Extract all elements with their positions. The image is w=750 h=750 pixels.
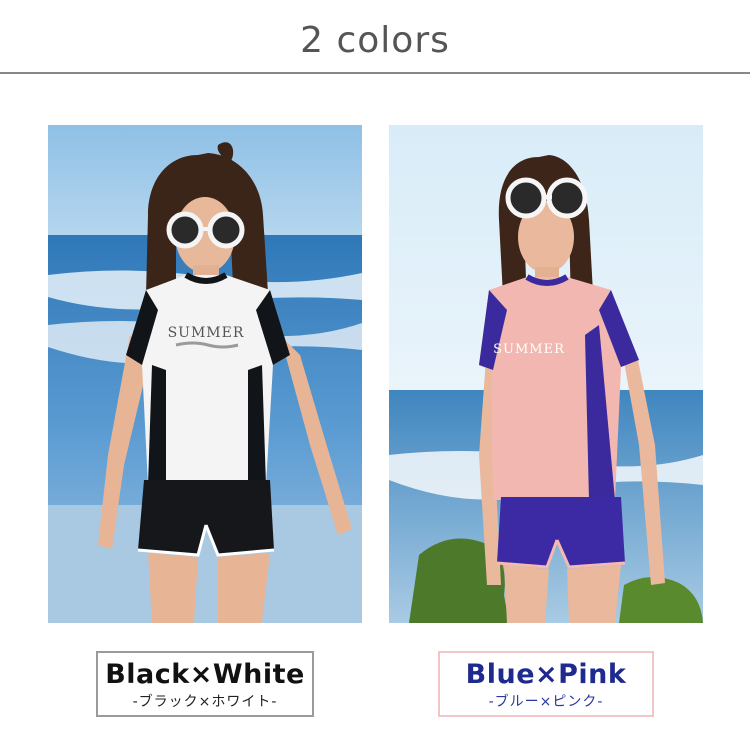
color-name-japanese: -ブラック×ホワイト- bbox=[132, 694, 278, 710]
shirt-print-text: SUMMER bbox=[493, 342, 565, 357]
color-label-black-white: Black×White -ブラック×ホワイト- bbox=[96, 651, 314, 717]
color-label-blue-pink: Blue×Pink -ブルー×ピンク- bbox=[438, 651, 654, 717]
product-photo-blue-pink: SUMMER bbox=[389, 125, 703, 623]
title-divider bbox=[0, 72, 750, 74]
shirt-print-text: SUMMER bbox=[168, 325, 245, 341]
page-title: 2 colors bbox=[300, 20, 450, 61]
product-photo-black-white: SUMMER bbox=[48, 125, 362, 623]
color-name: Blue×Pink bbox=[465, 659, 627, 690]
color-name: Black×White bbox=[105, 659, 305, 690]
color-name-japanese: -ブルー×ピンク- bbox=[488, 694, 604, 710]
